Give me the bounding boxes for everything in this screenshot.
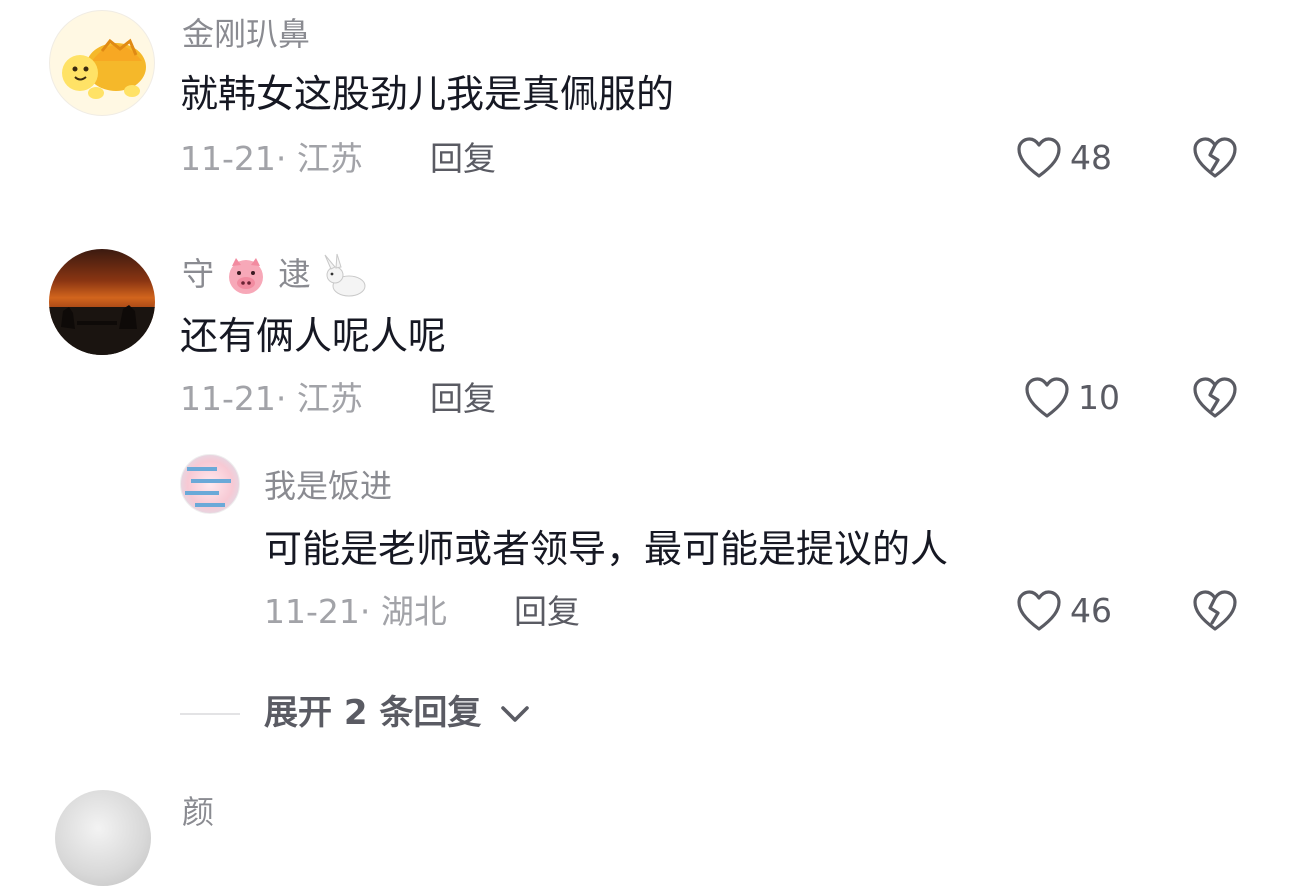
like-button[interactable]: 48 — [1016, 136, 1112, 180]
username-part: 守 — [182, 255, 215, 293]
broken-heart-icon[interactable] — [1192, 136, 1238, 180]
expand-replies-button[interactable]: 展开 2 条回复 — [264, 692, 481, 734]
comment-text: 还有俩人呢人呢 — [180, 314, 447, 358]
rabbit-emoji — [324, 253, 366, 297]
comment-text: 就韩女这股劲儿我是真佩服的 — [180, 72, 675, 116]
like-count: 46 — [1070, 591, 1112, 630]
like-button[interactable]: 46 — [1016, 589, 1112, 633]
comment-username[interactable]: 颜 — [182, 792, 214, 832]
reply-button[interactable]: 回复 — [514, 591, 580, 633]
broken-heart-icon[interactable] — [1192, 589, 1238, 633]
text-avatar-image — [185, 467, 231, 507]
pig-face-emoji — [229, 258, 264, 294]
chevron-down-icon[interactable] — [498, 700, 532, 728]
comment-meta: 11-21· 江苏 — [180, 139, 363, 178]
heart-outline-icon — [1025, 377, 1069, 418]
reply-button[interactable]: 回复 — [430, 138, 496, 180]
like-count: 10 — [1078, 378, 1120, 417]
username-part: 逮 — [278, 255, 311, 293]
broken-heart-icon[interactable] — [1192, 376, 1238, 420]
avatar[interactable] — [49, 249, 155, 355]
reply-avatar[interactable] — [180, 454, 240, 514]
heart-outline-icon — [1017, 137, 1061, 178]
reply-username[interactable]: 我是饭进 — [264, 466, 392, 506]
comment-username[interactable]: 守 逮 — [182, 253, 371, 299]
comment-username[interactable]: 金刚玐鼻 — [182, 14, 310, 54]
like-button[interactable]: 10 — [1024, 376, 1120, 420]
comment-meta: 11-21· 江苏 — [180, 379, 363, 418]
reply-text: 可能是老师或者领导，最可能是提议的人 — [264, 527, 949, 571]
reply-meta: 11-21· 湖北 — [264, 592, 447, 631]
like-count: 48 — [1070, 138, 1112, 177]
turtle-avatar-image — [62, 38, 146, 99]
sunset-avatar-image — [49, 305, 155, 355]
expand-divider — [180, 713, 240, 715]
avatar[interactable] — [49, 10, 155, 116]
avatar[interactable] — [55, 790, 151, 886]
reply-button[interactable]: 回复 — [430, 378, 496, 420]
heart-outline-icon — [1017, 590, 1061, 631]
